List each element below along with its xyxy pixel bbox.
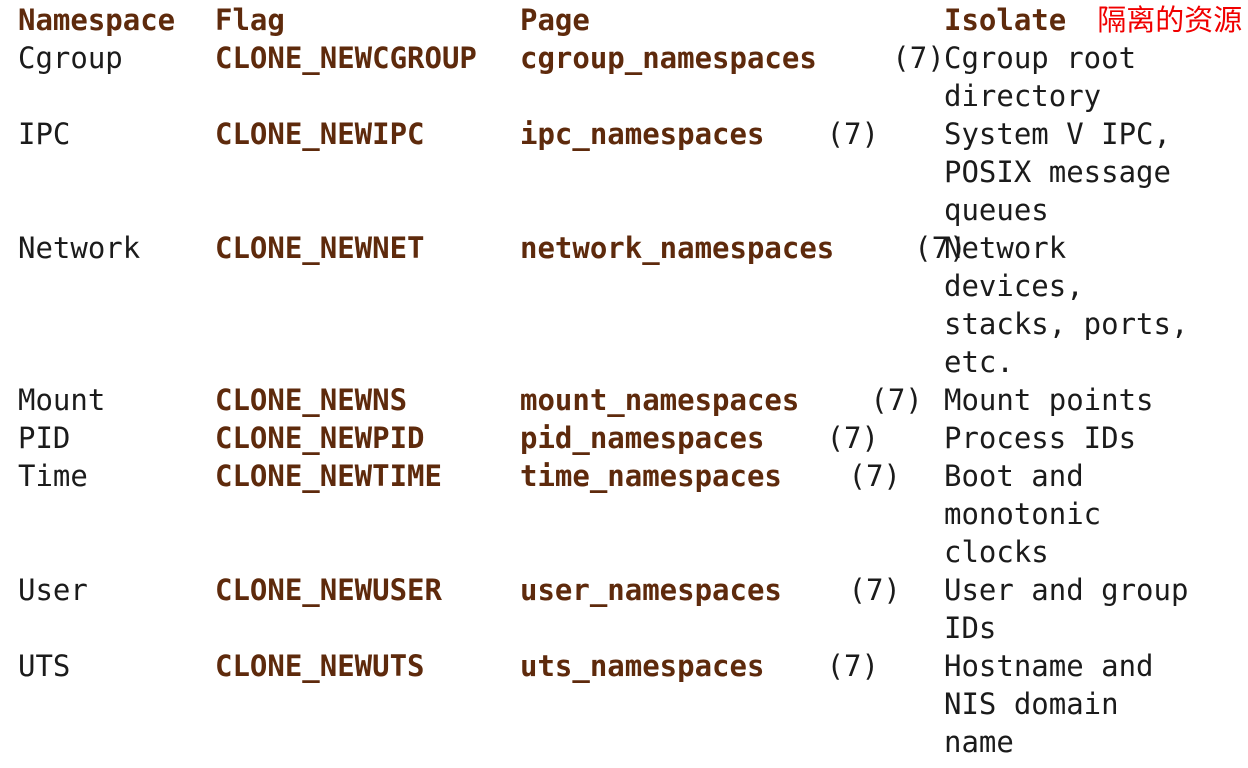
cell-namespace: Cgroup xyxy=(18,41,123,75)
cell-isolates-line: clocks xyxy=(944,535,1049,569)
cell-page-name: cgroup_namespaces xyxy=(520,41,817,75)
cell-isolates-line: name xyxy=(944,725,1014,759)
cell-isolates-line: IDs xyxy=(944,611,997,645)
cell-namespace: Network xyxy=(18,231,141,265)
cell-flag: CLONE_NEWPID xyxy=(215,421,425,455)
cell-flag: CLONE_NEWUSER xyxy=(215,573,442,607)
cell-page-name: user_namespaces xyxy=(520,573,782,607)
cell-page-name: pid_namespaces xyxy=(520,421,765,455)
cell-isolates-line: POSIX message xyxy=(944,155,1171,189)
cell-page-section: (7) xyxy=(848,573,901,607)
cell-isolates-line: Boot and xyxy=(944,459,1084,493)
cell-isolates-line: monotonic xyxy=(944,497,1102,531)
cell-namespace: Mount xyxy=(18,383,106,417)
cell-isolates-line: NIS domain xyxy=(944,687,1119,721)
cell-flag: CLONE_NEWNS xyxy=(215,383,408,417)
cell-isolates-line: etc. xyxy=(944,345,1014,379)
cell-isolates-line: devices, xyxy=(944,269,1084,303)
cell-page-name: time_namespaces xyxy=(520,459,782,493)
cell-page-section: (7) xyxy=(826,117,879,151)
cell-isolates-line: directory xyxy=(944,79,1102,113)
cell-namespace: UTS xyxy=(18,649,71,683)
cell-flag: CLONE_NEWUTS xyxy=(215,649,425,683)
isolate-column-annotation-zh: 隔离的资源 xyxy=(1097,3,1243,37)
cell-isolates-line: queues xyxy=(944,193,1049,227)
cell-isolates-line: Process IDs xyxy=(944,421,1137,455)
cell-page-section: (7) xyxy=(848,459,901,493)
cell-isolates-line: Hostname and xyxy=(944,649,1154,683)
column-header-flag: Flag xyxy=(215,3,285,37)
cell-page-name: ipc_namespaces xyxy=(520,117,765,151)
man-page-canvas: Namespace Flag Page Isolate 隔离的资源 Cgroup CLONE… xyxy=(0,0,1248,768)
cell-page-section: (7) xyxy=(826,649,879,683)
cell-page-section: (7) xyxy=(826,421,879,455)
cell-isolates-line: stacks, ports, xyxy=(944,307,1189,341)
cell-isolates-line: System V IPC, xyxy=(944,117,1171,151)
cell-namespace: User xyxy=(18,573,88,607)
cell-flag: CLONE_NEWTIME xyxy=(215,459,442,493)
column-header-isolate: Isolate xyxy=(944,3,1067,37)
cell-namespace: IPC xyxy=(18,117,71,151)
cell-page-name: network_namespaces xyxy=(520,231,835,265)
cell-page-section: (7) xyxy=(892,41,945,75)
column-header-namespace: Namespace xyxy=(18,3,176,37)
cell-flag: CLONE_NEWNET xyxy=(215,231,425,265)
cell-isolates-line: User and group xyxy=(944,573,1189,607)
cell-isolates-line: Mount points xyxy=(944,383,1154,417)
cell-isolates-line: Network xyxy=(944,231,1067,265)
cell-page-section: (7) xyxy=(870,383,923,417)
cell-namespace: PID xyxy=(18,421,71,455)
cell-namespace: Time xyxy=(18,459,88,493)
cell-isolates-line: Cgroup root xyxy=(944,41,1137,75)
cell-flag: CLONE_NEWIPC xyxy=(215,117,425,151)
cell-page-name: mount_namespaces xyxy=(520,383,800,417)
column-header-page: Page xyxy=(520,3,590,37)
cell-page-name: uts_namespaces xyxy=(520,649,765,683)
cell-flag: CLONE_NEWCGROUP xyxy=(215,41,477,75)
